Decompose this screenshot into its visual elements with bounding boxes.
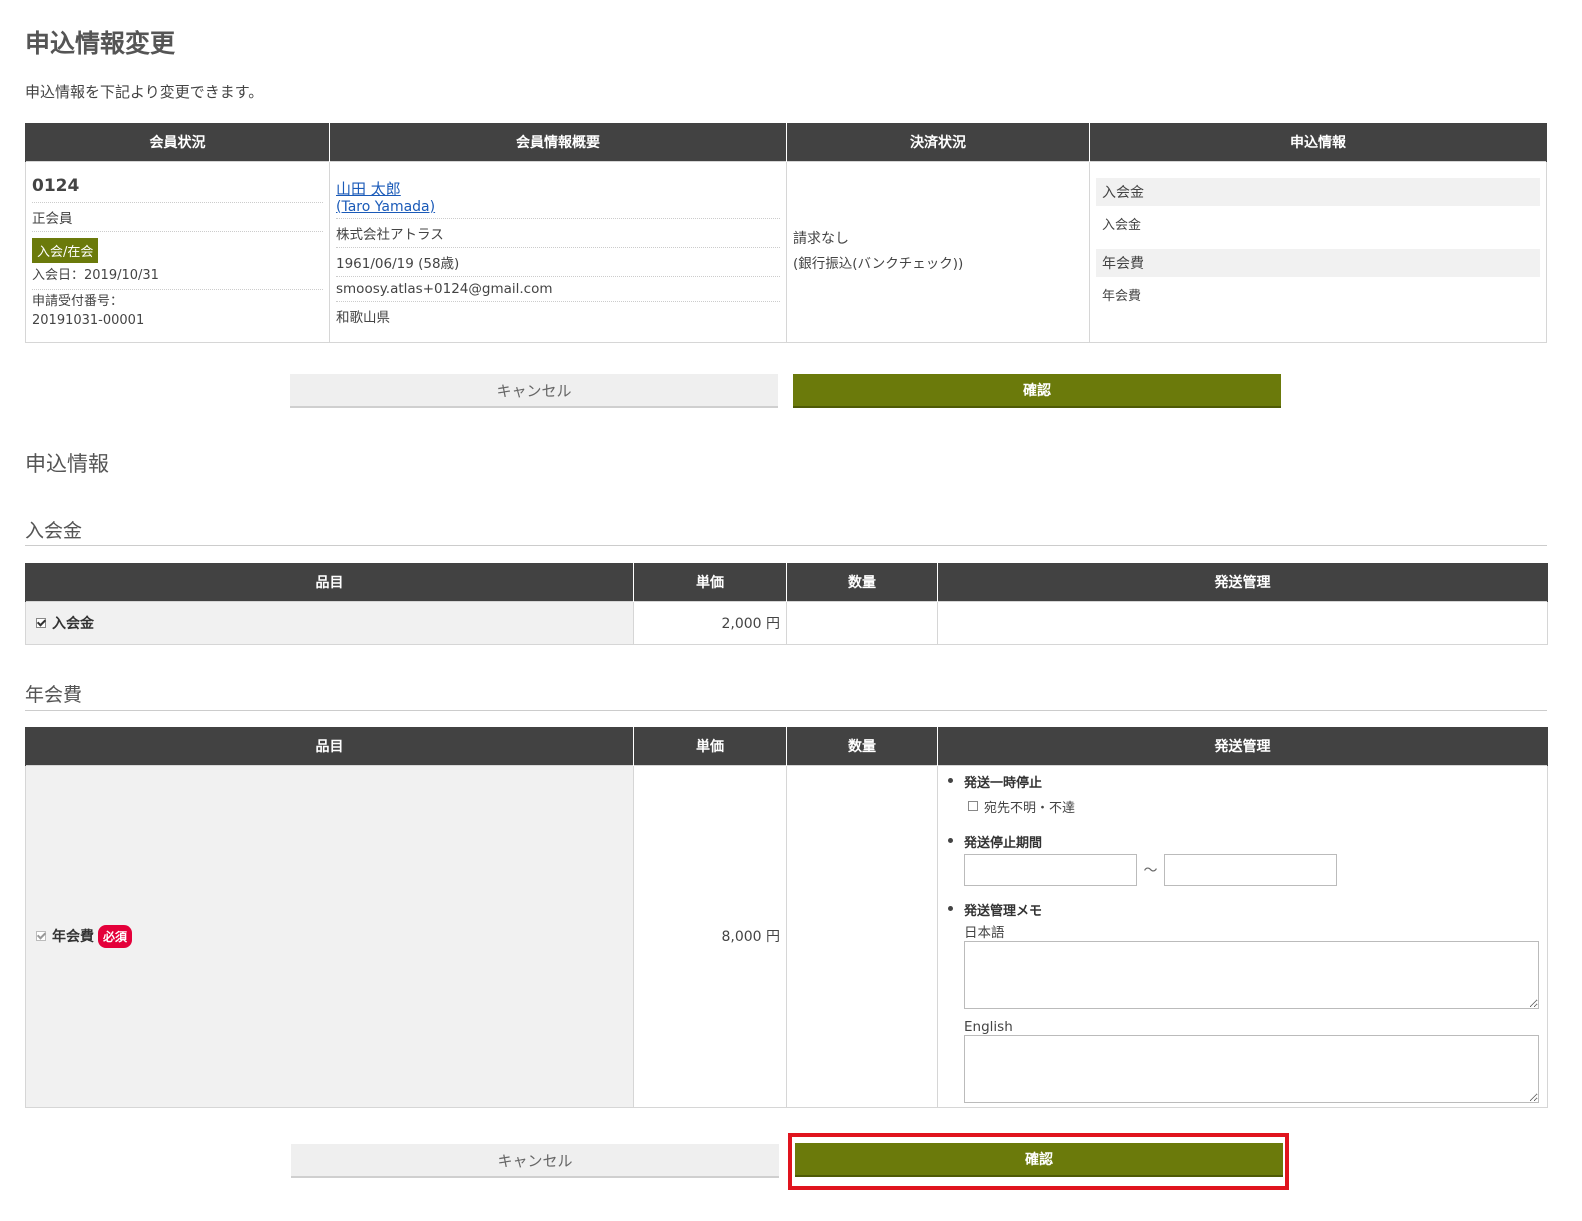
member-name-link[interactable]: 山田 太郎: [336, 180, 401, 198]
application-group-title: 入会金: [1096, 177, 1540, 206]
required-badge: 必須: [98, 924, 133, 948]
application-info-cell: 入会金 入会金 年会費 年会費: [1089, 160, 1547, 343]
payment-method: (銀行振込(バンクチェック)): [793, 255, 964, 272]
entrance-fee-title: 入会金: [25, 520, 83, 542]
divider: [25, 545, 1547, 546]
memo-en-label: English: [964, 1018, 1013, 1035]
join-date: 入会日：2019/10/31: [32, 267, 159, 283]
memo-en-textarea[interactable]: [964, 1034, 1539, 1103]
member-info-cell: 山田 太郎 (Taro Yamada) 株式会社アトラス 1961/06/19 …: [329, 160, 787, 343]
confirm-button-bottom[interactable]: 確認: [795, 1143, 1283, 1177]
section-title: 申込情報: [25, 452, 109, 476]
member-email: smoosy.atlas+0124@gmail.com: [336, 277, 780, 302]
annual-fee-table: 品目 単価 数量 発送管理 年会費 必須 8,000 円 発送一時停止 宛先不明…: [25, 727, 1548, 1108]
entrance-fee-quantity: [786, 600, 938, 645]
memo-ja-label: 日本語: [964, 924, 1005, 941]
annual-fee-shipping: 発送一時停止 宛先不明・不達 発送停止期間 〜 発送管理メモ 日本語 Engli…: [937, 764, 1548, 1108]
member-birthdate: 1961/06/19 (58歳): [336, 248, 780, 277]
header-quantity: 数量: [786, 727, 938, 765]
header-quantity: 数量: [786, 563, 938, 601]
shipping-pause-option-label: 宛先不明・不達: [984, 800, 1076, 816]
status-badge: 入会/在会: [32, 237, 99, 263]
header-shipping: 発送管理: [937, 727, 1548, 765]
shipping-pause-checkbox[interactable]: [968, 801, 978, 811]
entrance-fee-checkbox[interactable]: [36, 617, 46, 628]
header-item: 品目: [25, 727, 634, 765]
annual-fee-checkbox: [36, 931, 46, 941]
member-prefecture: 和歌山県: [336, 309, 390, 326]
member-name-en-link[interactable]: (Taro Yamada): [336, 199, 435, 215]
member-status-cell: 0124 正会員 入会/在会 入会日：2019/10/31 申請受付番号： 20…: [25, 160, 330, 343]
header-unit-price: 単価: [633, 727, 787, 765]
application-group-value: 年会費: [1102, 288, 1142, 304]
entrance-fee-shipping: [937, 600, 1548, 645]
shipping-pause-label: 発送一時停止: [964, 775, 1043, 791]
shipping-period-label: 発送停止期間: [964, 835, 1043, 851]
cancel-button-top[interactable]: キャンセル: [290, 374, 778, 408]
memo-ja-textarea[interactable]: [964, 940, 1539, 1009]
annual-fee-quantity: [786, 764, 938, 1108]
page-description: 申込情報を下記より変更できます。: [25, 83, 264, 101]
annual-fee-item-name: 年会費: [52, 929, 94, 945]
annual-fee-title: 年会費: [25, 684, 83, 706]
application-group-title: 年会費: [1096, 248, 1540, 277]
header-shipping: 発送管理: [937, 563, 1548, 601]
member-company: 株式会社アトラス: [336, 219, 780, 248]
member-type: 正会員: [32, 203, 323, 232]
payment-status: 請求なし: [793, 230, 849, 247]
shipping-period-start-input[interactable]: [964, 853, 1137, 886]
application-number-label: 申請受付番号：: [32, 293, 124, 309]
header-member-status: 会員状況: [25, 123, 330, 161]
page-title: 申込情報変更: [25, 29, 176, 58]
annual-fee-price: 8,000 円: [633, 764, 787, 1108]
summary-table: 会員状況 会員情報概要 決済状況 申込情報 0124 正会員 入会/在会 入会日…: [25, 123, 1547, 343]
table-row: 年会費 必須: [25, 764, 634, 1108]
cancel-button-bottom[interactable]: キャンセル: [291, 1144, 779, 1178]
entrance-fee-table: 品目 単価 数量 発送管理 入会金 2,000 円: [25, 563, 1548, 645]
header-item: 品目: [25, 563, 634, 601]
application-group-value: 入会金: [1102, 217, 1142, 233]
application-number: 20191031-00001: [32, 312, 145, 328]
entrance-fee-price: 2,000 円: [633, 600, 787, 645]
table-row: 入会金: [25, 600, 634, 645]
entrance-fee-item-name: 入会金: [52, 615, 94, 632]
payment-status-cell: 請求なし (銀行振込(バンクチェック)): [786, 160, 1090, 343]
divider: [25, 710, 1547, 711]
header-application-info: 申込情報: [1089, 123, 1547, 161]
member-number: 0124: [32, 176, 323, 203]
confirm-button-top[interactable]: 確認: [793, 374, 1281, 408]
header-member-info: 会員情報概要: [329, 123, 787, 161]
shipping-period-end-input[interactable]: [1164, 853, 1337, 886]
shipping-memo-label: 発送管理メモ: [964, 903, 1043, 919]
period-separator: 〜: [1143, 862, 1158, 879]
header-payment-status: 決済状況: [786, 123, 1090, 161]
header-unit-price: 単価: [633, 563, 787, 601]
shipping-pause-option[interactable]: 宛先不明・不達: [964, 797, 1547, 816]
